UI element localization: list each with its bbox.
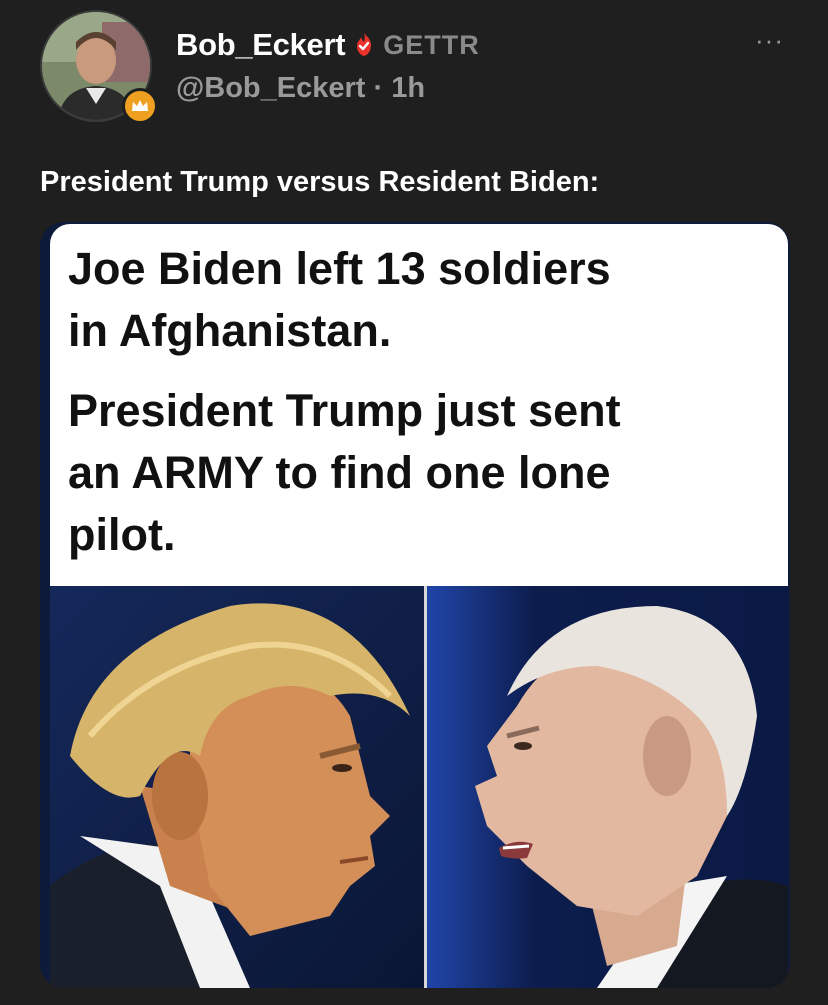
- author-display-name[interactable]: Bob_Eckert: [176, 27, 346, 63]
- name-row: Bob_Eckert GETTR: [176, 24, 480, 66]
- meme-line-2c: pilot.: [68, 509, 176, 560]
- more-options-icon[interactable]: ···: [755, 27, 784, 53]
- meme-line-2a: President Trump just sent: [68, 385, 621, 436]
- post-card: Bob_Eckert GETTR @Bob_Eckert · 1h ··· Pr…: [0, 0, 828, 1005]
- post-text: President Trump versus Resident Biden:: [40, 166, 600, 198]
- biden-profile-photo: [427, 586, 788, 988]
- post-media-image[interactable]: Joe Biden left 13 soldiers in Afghanista…: [40, 222, 790, 988]
- verified-flame-icon: [351, 32, 377, 58]
- post-header: Bob_Eckert GETTR @Bob_Eckert · 1h: [176, 24, 480, 105]
- author-handle-time[interactable]: @Bob_Eckert · 1h: [176, 72, 480, 105]
- trump-profile-photo: [50, 586, 424, 988]
- meme-line-1a: Joe Biden left 13 soldiers: [68, 243, 611, 294]
- meme-line-1b: in Afghanistan.: [68, 305, 392, 356]
- meme-caption-area: Joe Biden left 13 soldiers in Afghanista…: [50, 224, 788, 586]
- photo-row: [50, 586, 788, 988]
- platform-label: GETTR: [383, 29, 480, 60]
- meme-line-2b: an ARMY to find one lone: [68, 447, 611, 498]
- avatar-container[interactable]: [40, 10, 158, 124]
- crown-icon: [122, 88, 158, 124]
